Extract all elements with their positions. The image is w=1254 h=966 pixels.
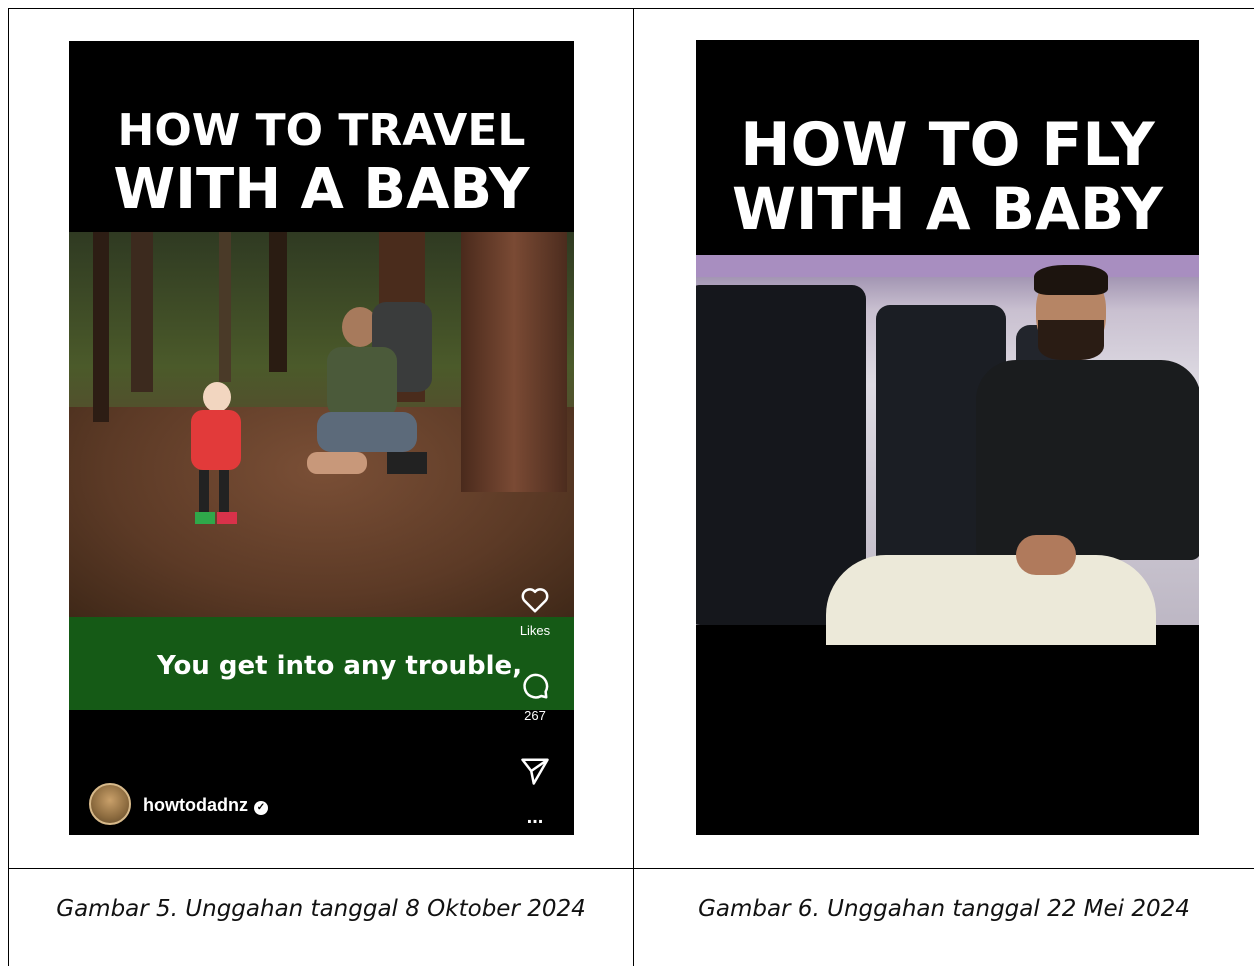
comment-icon: [523, 673, 549, 699]
baby-blanket: [826, 555, 1156, 645]
figure-caption-left: Gambar 5. Unggahan tanggal 8 Oktober 202…: [56, 896, 586, 922]
share-button[interactable]: [513, 757, 557, 788]
verified-badge-icon: ✓: [253, 801, 268, 815]
instagram-reel-screenshot-fly: HOW TO FLY WITH A BABY: [696, 40, 1199, 835]
table-divider-middle: [633, 8, 634, 966]
more-icon: ...: [526, 806, 544, 828]
airplane-cabin-photo: [696, 255, 1199, 645]
more-options-button[interactable]: ...: [513, 806, 557, 829]
comments-count: 267: [524, 708, 546, 723]
table-border-top: [8, 8, 1254, 9]
avatar[interactable]: [89, 783, 131, 825]
hand: [1016, 535, 1076, 575]
table-border-left: [8, 8, 9, 966]
reel-title-line2: WITH A BABY: [113, 157, 530, 222]
dad-figure: [287, 302, 437, 502]
table-divider-horizontal: [8, 868, 1254, 869]
instagram-reel-screenshot-travel: HOW TO TRAVEL WITH A BABY You get into a…: [69, 41, 574, 835]
send-icon: [521, 758, 549, 785]
comment-button[interactable]: 267: [513, 671, 557, 723]
figure-caption-right: Gambar 6. Unggahan tanggal 22 Mei 2024: [698, 896, 1190, 922]
username[interactable]: howtodadnz ✓: [143, 795, 268, 816]
like-button[interactable]: Likes: [513, 586, 557, 638]
reel-title-line2: WITH A BABY: [731, 175, 1164, 243]
forest-photo: [69, 232, 574, 617]
reel-title-line1: HOW TO TRAVEL: [117, 105, 526, 156]
username-text: howtodadnz: [143, 795, 248, 815]
figure-table: HOW TO TRAVEL WITH A BABY You get into a…: [0, 0, 1254, 966]
heart-icon: [521, 588, 549, 613]
reel-title-line1: HOW TO FLY: [740, 110, 1155, 180]
subtitle-text: You get into any trouble,: [157, 651, 523, 681]
likes-label: Likes: [519, 623, 551, 638]
toddler-figure: [181, 382, 251, 572]
